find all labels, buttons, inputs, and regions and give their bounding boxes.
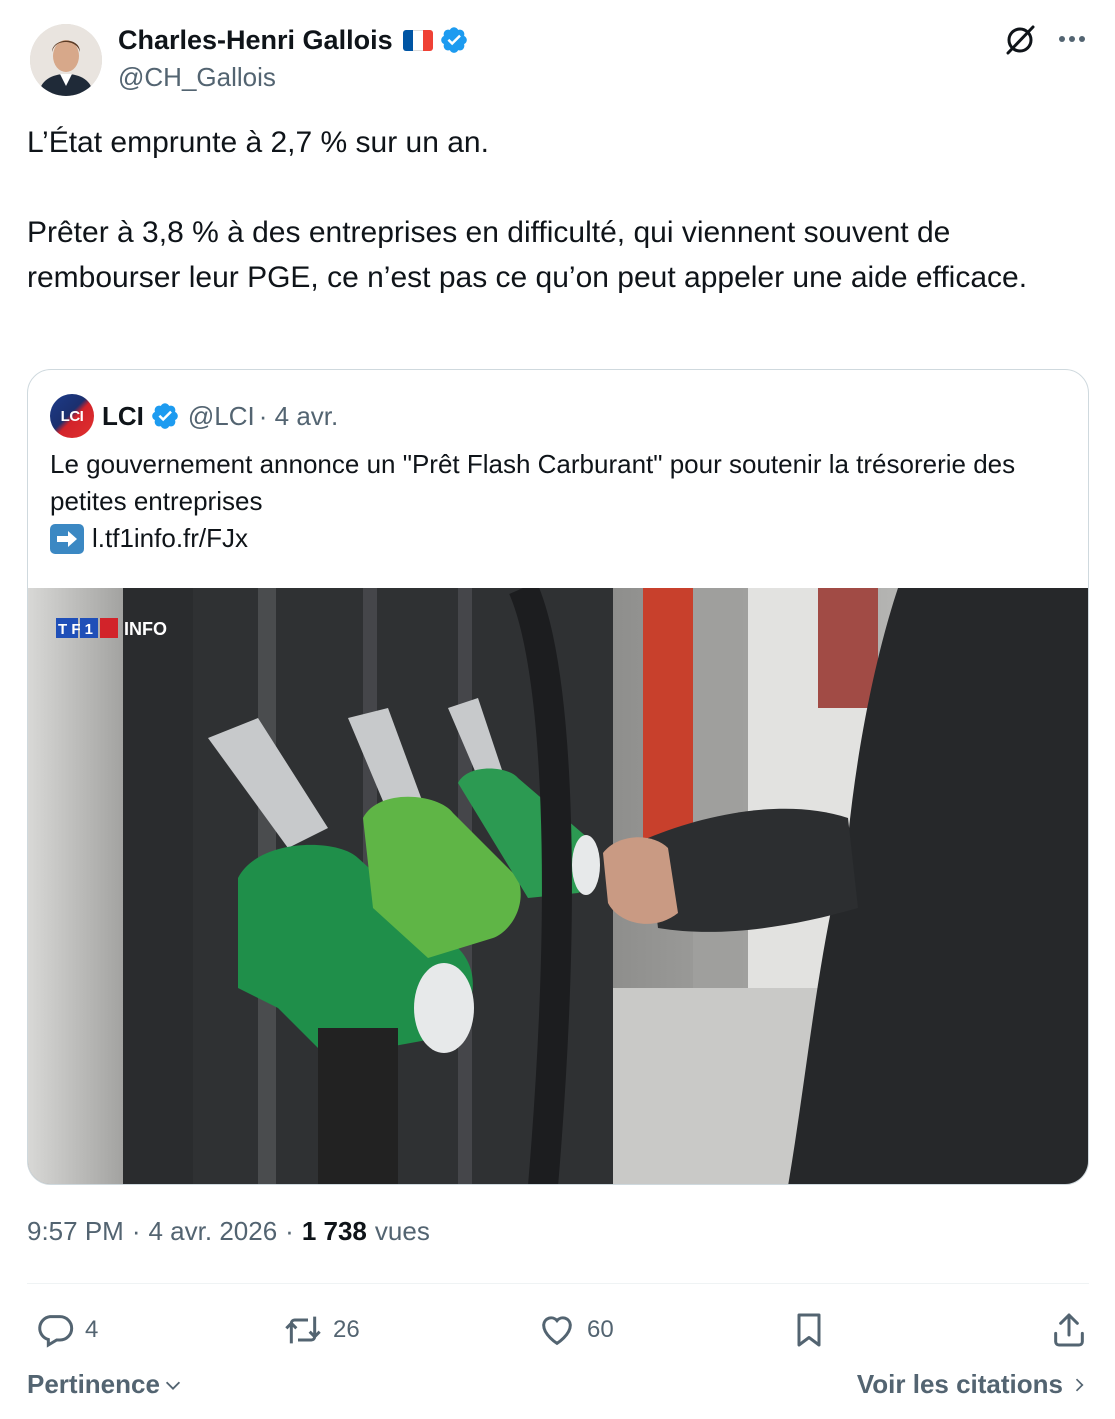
replies-footer: Pertinence Voir les citations [27, 1369, 1089, 1409]
author-name[interactable]: Charles-Henri Gallois [118, 25, 393, 56]
author-avatar[interactable] [30, 24, 102, 96]
views-count: 1 738 [301, 1216, 367, 1246]
chevron-down-icon [165, 1381, 181, 1390]
separator: · [285, 1216, 294, 1246]
quoted-link-row: l.tf1info.fr/FJx [50, 520, 1070, 557]
tweet-text: L’État emprunte à 2,7 % sur un an. Prête… [27, 120, 1087, 300]
separator: · [131, 1216, 141, 1246]
view-quotes-label: Voir les citations [856, 1369, 1063, 1399]
tweet-paragraph: L’État emprunte à 2,7 % sur un an. [27, 126, 489, 159]
quoted-link[interactable]: l.tf1info.fr/FJx [92, 520, 248, 557]
chevron-right-icon [1075, 1378, 1084, 1391]
more-options-icon[interactable] [1054, 24, 1090, 54]
quoted-tweet-header: LCI LCI @LCI · 4 avr. [50, 394, 339, 438]
tweet-date[interactable]: 4 avr. 2026 [149, 1216, 278, 1247]
tweet-paragraph: Prêter à 3,8 % à des entreprises en diff… [27, 216, 1028, 294]
repost-button[interactable]: 26 [283, 1302, 360, 1358]
like-button[interactable]: 60 [537, 1302, 614, 1358]
sort-label: Pertinence [27, 1369, 160, 1399]
quoted-author-handle: @LCI [187, 400, 255, 431]
repost-icon [285, 1316, 321, 1344]
author-handle[interactable]: @CH_Gallois [118, 62, 469, 93]
tweet-actions: 4 26 60 [27, 1302, 1089, 1358]
france-flag-icon [402, 29, 433, 51]
quoted-author-name: LCI [102, 400, 144, 431]
lci-logo: LCI [50, 394, 94, 438]
verified-badge-icon [440, 27, 467, 53]
views-label: vues [374, 1216, 430, 1246]
grok-icon[interactable] [1002, 22, 1038, 58]
quoted-tweet-card[interactable]: LCI LCI @LCI · 4 avr. Le gouvernement an… [27, 369, 1089, 1185]
quoted-tweet-image[interactable]: T F 1 INFO [28, 588, 1088, 1184]
author-info: Charles-Henri Gallois @CH_Gallois [118, 24, 469, 93]
share-button[interactable] [1049, 1302, 1089, 1358]
svg-text:T F 1: T F 1 [58, 621, 93, 638]
divider [27, 1283, 1089, 1284]
bookmark-icon [797, 1313, 821, 1347]
heart-icon [542, 1316, 572, 1346]
quoted-tweet-body: Le gouvernement annonce un "Prêt Flash C… [50, 449, 1016, 516]
tweet-timestamp: 9:57 PM · 4 avr. 2026 · 1 738 vues [27, 1216, 430, 1247]
quoted-tweet-date: · 4 avr. [258, 400, 339, 431]
sort-dropdown[interactable]: Pertinence [27, 1369, 184, 1400]
reply-button[interactable]: 4 [35, 1302, 98, 1358]
reply-count: 4 [85, 1316, 99, 1343]
right-arrow-icon [50, 523, 84, 554]
repost-count: 26 [333, 1316, 360, 1343]
share-icon [1054, 1313, 1084, 1347]
verified-badge-icon [152, 403, 178, 429]
quoted-tweet-text: Le gouvernement annonce un "Prêt Flash C… [50, 446, 1070, 557]
tweet-time[interactable]: 9:57 PM [27, 1216, 124, 1247]
reply-icon [38, 1315, 74, 1348]
view-quotes-link[interactable]: Voir les citations [857, 1369, 1089, 1400]
tweet-header: Charles-Henri Gallois @CH_Gallois [30, 16, 1090, 100]
bookmark-button[interactable] [789, 1302, 829, 1358]
svg-text:INFO: INFO [124, 619, 167, 639]
like-count: 60 [587, 1316, 614, 1343]
